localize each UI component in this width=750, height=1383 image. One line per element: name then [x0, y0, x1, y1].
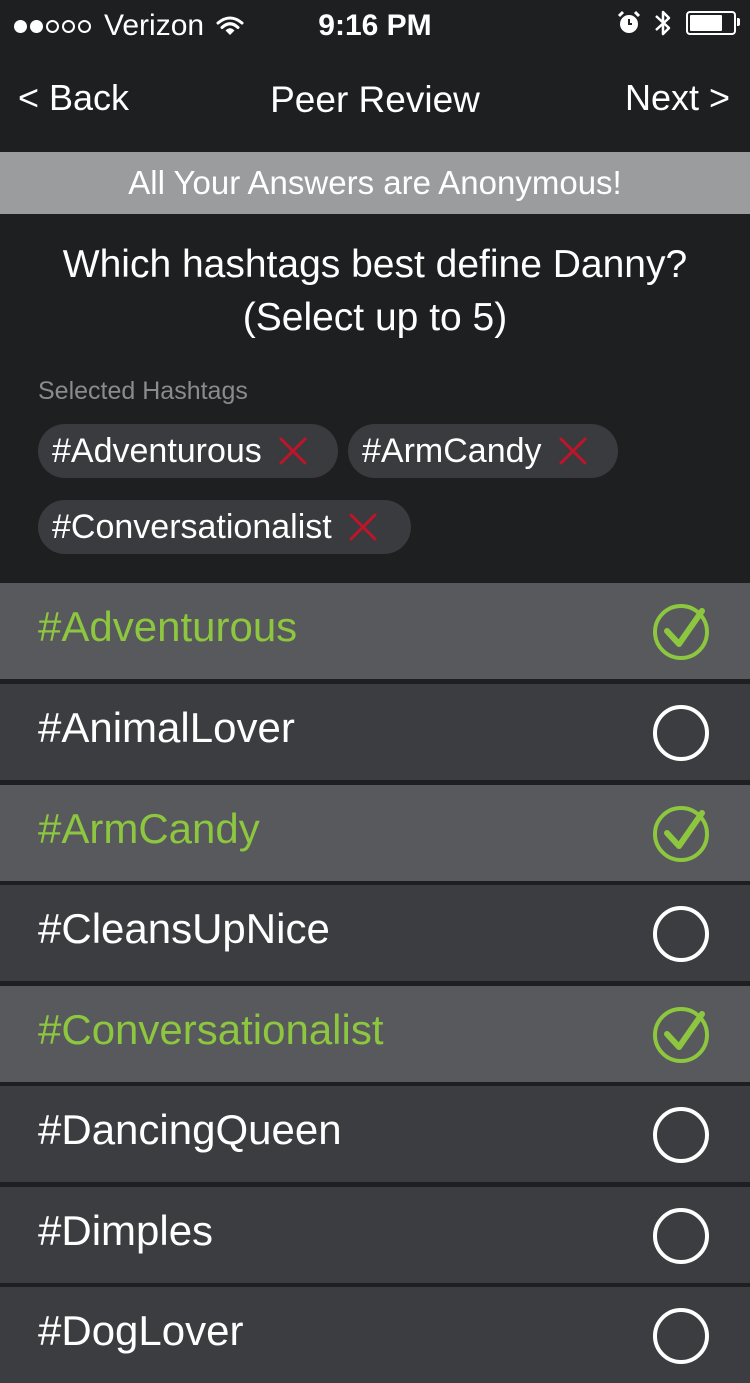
hashtag-label: #Adventurous	[38, 603, 298, 650]
hashtag-row-armcandy[interactable]: #ArmCandy	[0, 785, 750, 881]
chip-label: #ArmCandy	[362, 431, 542, 470]
selected-chip-armcandy: #ArmCandy	[348, 424, 618, 478]
hashtag-label: #Conversationalist	[38, 1006, 384, 1053]
remove-chip-icon[interactable]	[278, 436, 308, 466]
remove-chip-icon[interactable]	[348, 512, 378, 542]
hashtag-row-dimples[interactable]: #Dimples	[0, 1187, 750, 1283]
battery-level	[690, 15, 723, 31]
empty-circle-icon	[652, 1104, 712, 1164]
bluetooth-icon	[655, 10, 671, 36]
hashtag-label: #Dimples	[38, 1207, 214, 1254]
selected-hashtags-label: Selected Hashtags	[38, 377, 248, 405]
hashtag-label: #ArmCandy	[38, 805, 260, 852]
chip-label: #Conversationalist	[52, 507, 332, 546]
empty-circle-icon	[652, 903, 712, 963]
navigation-bar: < Back Peer Review Next >	[0, 52, 750, 150]
status-right	[616, 8, 740, 38]
chip-label: #Adventurous	[52, 431, 262, 470]
checkmark-circle-icon	[652, 1004, 712, 1064]
hashtag-row-dancingqueen[interactable]: #DancingQueen	[0, 1086, 750, 1182]
checkmark-circle-icon	[652, 803, 712, 863]
empty-circle-icon	[652, 1305, 712, 1365]
hashtag-row-adventurous[interactable]: #Adventurous	[0, 583, 750, 679]
anonymous-banner: All Your Answers are Anonymous!	[0, 152, 750, 214]
selected-chip-adventurous: #Adventurous	[38, 424, 338, 478]
empty-circle-icon	[652, 702, 712, 762]
remove-chip-icon[interactable]	[558, 436, 588, 466]
hashtag-row-conversationalist[interactable]: #Conversationalist	[0, 986, 750, 1082]
battery-icon	[686, 11, 740, 35]
hashtag-row-cleansupnice[interactable]: #CleansUpNice	[0, 885, 750, 981]
hashtag-label: #DogLover	[38, 1307, 244, 1354]
hashtag-label: #DancingQueen	[38, 1106, 342, 1153]
next-button[interactable]: Next >	[625, 77, 730, 119]
alarm-icon	[617, 10, 641, 33]
hashtag-label: #AnimalLover	[38, 704, 295, 751]
hashtag-row-doglover[interactable]: #DogLover	[0, 1287, 750, 1383]
empty-circle-icon	[652, 1205, 712, 1265]
hashtag-label: #CleansUpNice	[38, 905, 330, 952]
question-hint: (Select up to 5)	[242, 296, 508, 339]
checkmark-circle-icon	[652, 601, 712, 661]
hashtag-row-animallover[interactable]: #AnimalLover	[0, 684, 750, 780]
status-bar: Verizon 9:16 PM	[0, 0, 750, 52]
selected-chip-conversationalist: #Conversationalist	[38, 500, 411, 554]
question-line: Which hashtags best define Danny?	[62, 243, 688, 286]
question-prompt: Which hashtags best define Danny? (Selec…	[0, 238, 750, 344]
